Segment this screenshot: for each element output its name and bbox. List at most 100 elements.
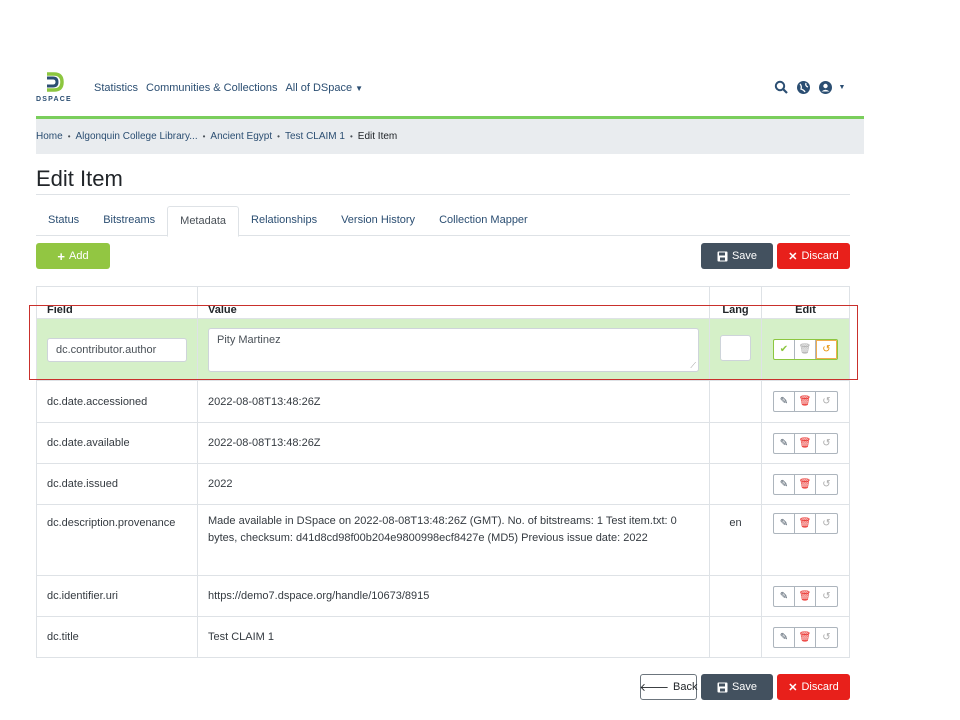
metadata-table: Field Value Lang Edit dc.contributor.aut…: [36, 286, 850, 658]
value-textarea-text: Pity Martinez: [217, 333, 281, 346]
logo-text: DSPACE: [36, 96, 72, 103]
undo-icon[interactable]: ↺: [816, 434, 837, 453]
nav-communities-collections[interactable]: Communities & Collections: [146, 82, 277, 94]
undo-icon[interactable]: ↺: [816, 392, 837, 411]
trash-icon[interactable]: 🗑: [795, 627, 816, 647]
close-icon: ✕: [788, 250, 798, 263]
table-row: dc.date.issued 2022 ✎ 🗑 ↺: [36, 463, 850, 505]
main-nav: Statistics Communities & Collections All…: [94, 82, 371, 94]
edit-item-tabs: Status Bitstreams Metadata Relationships…: [36, 206, 850, 237]
field-input[interactable]: dc.contributor.author: [47, 337, 187, 362]
value-textarea[interactable]: Pity Martinez ⟋: [208, 327, 699, 372]
edit-icon[interactable]: ✎: [774, 474, 795, 494]
cell-value: 2022-08-08T13:48:26Z: [197, 380, 710, 423]
undo-icon[interactable]: ↺: [816, 628, 837, 647]
nav-all-of-dspace-label: All of DSpace: [285, 82, 353, 94]
tab-version-history[interactable]: Version History: [329, 206, 427, 236]
trash-icon[interactable]: 🗑: [795, 514, 816, 533]
globe-icon[interactable]: [794, 78, 812, 96]
cell-edit: ✎ 🗑 ↺: [761, 380, 850, 423]
discard-button-bottom[interactable]: ✕ Discard: [777, 674, 850, 700]
cell-edit: ✎ 🗑 ↺: [761, 616, 850, 658]
breadcrumb-collection[interactable]: Ancient Egypt: [210, 131, 272, 142]
trash-icon[interactable]: 🗑: [795, 340, 816, 359]
cell-value: 2022-08-08T13:48:26Z: [197, 422, 710, 464]
cell-lang: [709, 380, 762, 423]
cell-value: https://demo7.dspace.org/handle/10673/89…: [197, 575, 710, 617]
cell-lang: [709, 422, 762, 464]
trash-icon[interactable]: 🗑: [795, 586, 816, 606]
page-title: Edit Item: [36, 166, 123, 191]
tab-bitstreams[interactable]: Bitstreams: [91, 206, 167, 236]
save-button-label: Save: [731, 681, 758, 693]
cell-field: dc.title: [36, 616, 198, 658]
undo-icon[interactable]: ↺: [816, 514, 837, 533]
column-header-edit: Edit: [761, 286, 850, 319]
table-header-row: Field Value Lang Edit: [36, 286, 850, 319]
trash-icon[interactable]: 🗑: [795, 392, 816, 411]
back-button[interactable]: 🡐 Back: [640, 674, 697, 700]
breadcrumb-home[interactable]: Home: [36, 131, 63, 142]
dspace-logo[interactable]: DSPACE: [36, 72, 80, 106]
add-button-label: Add: [69, 250, 89, 262]
confirm-icon[interactable]: ✔: [774, 340, 795, 359]
breadcrumb-community[interactable]: Algonquin College Library...: [76, 131, 198, 142]
column-header-lang: Lang: [709, 286, 762, 319]
edit-icon[interactable]: ✎: [774, 586, 795, 606]
cell-field: dc.identifier.uri: [36, 575, 198, 617]
breadcrumb: Home • Algonquin College Library... • An…: [36, 119, 864, 154]
cell-edit: ✔ 🗑 ↺: [761, 318, 850, 381]
trash-icon[interactable]: 🗑: [795, 433, 816, 453]
save-button-label: Save: [731, 250, 758, 262]
tab-metadata[interactable]: Metadata: [167, 206, 240, 237]
tab-status[interactable]: Status: [36, 206, 91, 236]
caret-down-icon[interactable]: ▼: [838, 78, 846, 96]
user-icon[interactable]: [816, 78, 834, 96]
save-button-top[interactable]: Save: [701, 243, 773, 269]
cell-field: dc.date.accessioned: [36, 380, 198, 423]
nav-all-of-dspace[interactable]: All of DSpace ▼: [285, 82, 363, 94]
cell-lang: [709, 318, 762, 381]
edit-button-group: ✎ 🗑 ↺: [773, 513, 838, 534]
title-divider: [36, 194, 850, 195]
add-button[interactable]: + Add: [36, 243, 110, 269]
trash-icon[interactable]: 🗑: [795, 474, 816, 494]
cell-value: 2022: [197, 463, 710, 505]
breadcrumb-item[interactable]: Test CLAIM 1: [285, 131, 345, 142]
discard-button-top[interactable]: ✕ Discard: [777, 243, 850, 269]
navbar: DSPACE Statistics Communities & Collecti…: [36, 72, 864, 116]
breadcrumb-separator: •: [349, 132, 353, 141]
search-icon[interactable]: [772, 78, 790, 96]
edit-icon[interactable]: ✎: [774, 433, 795, 453]
discard-button-label: Discard: [801, 250, 839, 262]
plus-icon: +: [57, 248, 65, 264]
edit-icon[interactable]: ✎: [774, 514, 795, 533]
discard-button-label: Discard: [801, 681, 839, 693]
edit-icon[interactable]: ✎: [774, 627, 795, 647]
dspace-logo-mark: [47, 72, 64, 92]
table-row: dc.date.accessioned 2022-08-08T13:48:26Z…: [36, 380, 850, 423]
table-row: dc.identifier.uri https://demo7.dspace.o…: [36, 575, 850, 617]
save-button-bottom[interactable]: Save: [701, 674, 773, 700]
lang-input[interactable]: [720, 335, 751, 361]
breadcrumb-current: Edit Item: [357, 131, 398, 142]
nav-statistics[interactable]: Statistics: [94, 82, 138, 94]
undo-icon[interactable]: ↺: [816, 587, 837, 606]
resize-handle-icon[interactable]: ⟋: [690, 361, 696, 371]
table-row-editing: dc.contributor.author Pity Martinez ⟋ ✔ …: [36, 318, 850, 381]
undo-icon[interactable]: ↺: [816, 340, 837, 359]
cell-value: Test CLAIM 1: [197, 616, 710, 658]
cell-field: dc.contributor.author: [36, 318, 198, 381]
cell-value: Pity Martinez ⟋: [197, 318, 710, 381]
tab-relationships[interactable]: Relationships: [239, 206, 329, 236]
breadcrumb-separator: •: [277, 132, 280, 141]
save-icon: [717, 682, 728, 692]
edit-button-group: ✎ 🗑 ↺: [773, 391, 838, 412]
column-header-field: Field: [36, 286, 198, 319]
edit-button-group: ✎ 🗑 ↺: [773, 626, 838, 648]
table-row: dc.description.provenance Made available…: [36, 504, 850, 576]
edit-icon[interactable]: ✎: [774, 392, 795, 411]
back-button-label: Back: [673, 681, 698, 693]
tab-collection-mapper[interactable]: Collection Mapper: [427, 206, 540, 236]
undo-icon[interactable]: ↺: [816, 475, 837, 494]
